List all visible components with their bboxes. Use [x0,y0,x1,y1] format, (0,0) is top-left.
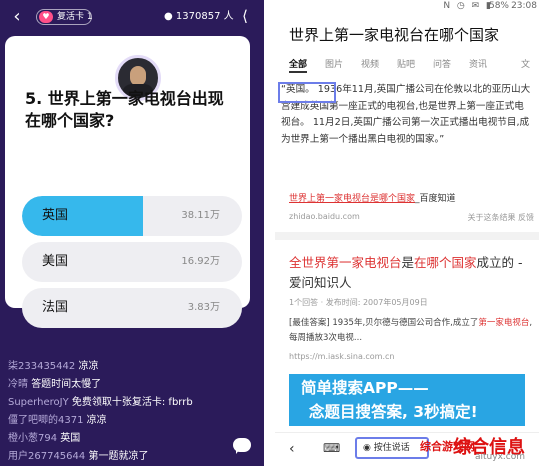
quiz-app-panel: ‹ ♥ 复活卡 1 ● 1370857 人 ⟨ 5. 世界上第一家电视台出现在哪… [0,0,264,466]
search-app-panel: N ◷ ✉ ▮ 58% 23:08 世界上第一家电视台在哪个国家 全部 图片 视… [275,0,539,466]
r2-title-red2: 在哪个国家 [414,255,477,270]
result-2-meta: 1个回答 · 发布时间: 2007年05月09日 [289,298,428,307]
tab-images[interactable]: 图片 [325,57,343,70]
heart-icon: ♥ [39,11,53,23]
chat-text: 英国 [60,433,81,444]
answer-option-1-label: 英国 [42,208,69,223]
result-2-body: [最佳答案] 1935年,贝尔德与德国公司合作,成立了第一家电视台,每周播放3次… [289,316,534,346]
result-separator [275,232,539,240]
viewer-count: ● 1370857 人 [164,9,234,25]
question-card: 5. 世界上第一家电视台出现在哪个国家? 英国 38.11万 美国 16.92万… [5,36,250,328]
answer-option-2[interactable]: 美国 16.92万 [22,242,242,282]
status-time: 23:08 [511,1,537,11]
chat-message: 橙小葱794 英国 [8,430,252,448]
ad-line-1: 简单搜索APP—— [301,379,429,397]
chat-user: 僵了吧唧的4371 [8,415,84,426]
back-icon[interactable]: ‹ [289,441,295,457]
source-domain: zhidao.baidu.com [289,212,360,221]
answer-option-3-count: 3.83万 [187,302,220,313]
source-result-link[interactable]: 世界上第一家电视台是哪个国家_百度知道 [289,191,456,204]
tab-more[interactable]: 文 [521,57,530,70]
share-icon[interactable]: ⟨ [235,6,255,26]
feedback-link[interactable]: 反馈 [518,213,534,222]
chat-message: 僵了吧唧的4371 凉凉 [8,412,252,430]
answer-option-1-count: 38.11万 [181,210,220,221]
quiz-topbar: ‹ ♥ 复活卡 1 ● 1370857 人 ⟨ [0,0,264,34]
chat-text: 凉凉 [78,361,99,372]
chat-text: 第一题就凉了 [88,451,149,462]
active-tab-indicator [289,71,307,73]
voice-button-label: 按住说话 [373,443,410,453]
question-text: 5. 世界上第一家电视台出现在哪个国家? [25,89,224,130]
search-query[interactable]: 世界上第一家电视台在哪个国家 [289,24,499,45]
answer-option-3[interactable]: 法国 3.83万 [22,288,242,328]
r2-body-red: 第一家电视台 [478,318,530,328]
chat-user: 柒233435442 [8,361,76,372]
tab-all[interactable]: 全部 [289,57,307,70]
r2-title-mid: 是 [401,255,415,270]
status-bar: N ◷ ✉ ▮ 58% 23:08 [275,0,539,14]
r2-title-red: 全世界第一家电视台 [289,255,402,270]
source-actions: 关于这条结果 反馈 [467,212,534,223]
tab-qa[interactable]: 问答 [433,57,451,70]
source-meta: zhidao.baidu.com 关于这条结果 反馈 [289,212,534,223]
result-2-url: https://m.iask.sina.com.cn [289,352,395,361]
answer-option-3-label: 法国 [42,300,69,315]
screenshot-root: ‹ ♥ 复活卡 1 ● 1370857 人 ⟨ 5. 世界上第一家电视台出现在哪… [0,0,539,466]
chat-text: 答题时间太慢了 [31,379,102,390]
answer-option-1-fill [22,196,143,236]
chat-message: 用户267745644 第一题就凉了 [8,448,252,466]
result-2-title[interactable]: 全世界第一家电视台是在哪个国家成立的 - 爱问知识人 [289,253,529,293]
chat-bubble-icon[interactable] [233,438,251,454]
answer-option-2-count: 16.92万 [181,256,220,267]
avatar-face [130,66,146,86]
chat-text: 免费领取十张复活卡: fbrrb [71,397,193,408]
revive-card-badge[interactable]: ♥ 复活卡 1 [36,9,93,25]
chat-text: 凉凉 [86,415,107,426]
chat-message: 柒233435442 凉凉 [8,358,252,376]
status-icons: N ◷ ✉ ▮ [443,1,493,11]
chat-user: 橙小葱794 [8,433,58,444]
answer-option-2-label: 美国 [42,254,69,269]
tab-tieba[interactable]: 贴吧 [397,57,415,70]
ad-banner[interactable]: 简单搜索APP—— 念题目搜答案, 3秒搞定! [289,374,525,426]
keyboard-icon[interactable]: ⌨ [323,441,340,455]
highlight-box [278,82,336,103]
chat-user: 用户267745644 [8,451,86,462]
back-chevron-icon[interactable]: ‹ [6,6,28,28]
source-link-suffix: _百度知道 [415,194,456,204]
watermark-url: aituyx.com [475,452,525,462]
chat-user: SuperheroJY [8,397,69,408]
mic-icon: ◉ [363,443,374,453]
viewer-count-text: 1370857 人 [175,11,234,22]
chat-feed: 柒233435442 凉凉 冷晴 答题时间太慢了 SuperheroJY 免费领… [8,358,252,466]
source-link-title[interactable]: 世界上第一家电视台是哪个国家 [289,194,415,204]
r2-body-pre: [最佳答案] 1935年,贝尔德与德国公司合作,成立了 [289,318,479,328]
answer-option-1[interactable]: 英国 38.11万 [22,196,242,236]
search-tabs: 全部 图片 视频 贴吧 问答 资讯 文 [289,57,539,77]
tab-news[interactable]: 资讯 [469,57,487,70]
chat-message: SuperheroJY 免费领取十张复活卡: fbrrb [8,394,252,412]
about-result-link[interactable]: 关于这条结果 [467,213,515,222]
tab-video[interactable]: 视频 [361,57,379,70]
battery-level: 58% [488,1,509,11]
panel-divider [264,0,275,466]
ad-line-2: 念题目搜答案, 3秒搞定! [309,403,478,421]
chat-message: 冷晴 答题时间太慢了 [8,376,252,394]
voice-button[interactable]: ◉ 按住说话 [355,437,429,459]
chat-user: 冷晴 [8,379,28,390]
viewers-icon: ● [164,11,176,22]
revive-card-label: 复活卡 1 [57,12,93,22]
